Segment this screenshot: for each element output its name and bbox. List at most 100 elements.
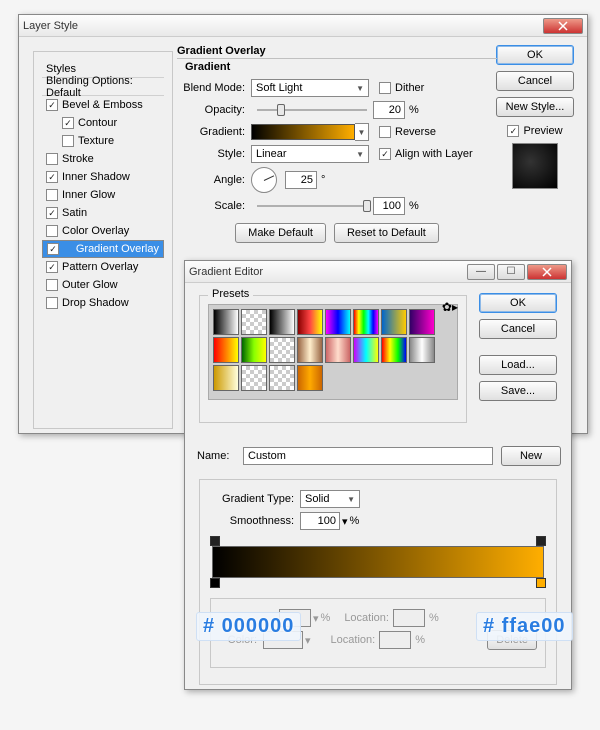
style-item-checkbox[interactable] <box>46 207 58 219</box>
preset-swatch[interactable] <box>213 365 239 391</box>
close-icon[interactable] <box>543 18 583 34</box>
preset-swatch[interactable] <box>409 337 435 363</box>
annotation-left-hex: # 000000 <box>196 612 301 641</box>
gradient-bar[interactable] <box>212 546 544 578</box>
opacity-stop-left[interactable] <box>210 536 220 546</box>
style-item-label: Stroke <box>62 153 94 165</box>
style-item-texture[interactable]: Texture <box>42 132 164 150</box>
preset-swatch[interactable] <box>325 337 351 363</box>
angle-input[interactable]: 25 <box>285 171 317 189</box>
style-item-checkbox[interactable] <box>46 279 58 291</box>
style-item-inner-glow[interactable]: Inner Glow <box>42 186 164 204</box>
opacity-label: Opacity: <box>177 104 251 116</box>
style-item-bevel-emboss[interactable]: Bevel & Emboss <box>42 96 164 114</box>
style-item-gradient-overlay[interactable]: Gradient Overlay <box>42 240 164 258</box>
style-item-color-overlay[interactable]: Color Overlay <box>42 222 164 240</box>
style-item-checkbox[interactable] <box>46 225 58 237</box>
gradient-picker[interactable] <box>251 124 355 140</box>
gradient-editor-titlebar[interactable]: Gradient Editor — ☐ <box>185 261 571 283</box>
preset-swatch[interactable] <box>353 309 379 335</box>
style-item-checkbox[interactable] <box>46 189 58 201</box>
ok-button[interactable]: OK <box>479 293 557 313</box>
style-item-contour[interactable]: Contour <box>42 114 164 132</box>
opacity-slider[interactable] <box>257 103 367 117</box>
cancel-button[interactable]: Cancel <box>479 319 557 339</box>
style-item-checkbox[interactable] <box>47 243 59 255</box>
style-item-label: Outer Glow <box>62 279 118 291</box>
preset-swatch[interactable] <box>381 309 407 335</box>
style-item-checkbox[interactable] <box>46 297 58 309</box>
preset-swatch[interactable] <box>269 337 295 363</box>
style-item-inner-shadow[interactable]: Inner Shadow <box>42 168 164 186</box>
presets-label: Presets <box>208 288 253 300</box>
style-item-label: Inner Shadow <box>62 171 130 183</box>
opacity-stop-right[interactable] <box>536 536 546 546</box>
blendmode-row: Blend Mode: Soft Light▼ Dither <box>177 77 497 99</box>
preset-swatch[interactable] <box>241 365 267 391</box>
preset-swatch[interactable] <box>297 337 323 363</box>
name-input[interactable]: Custom <box>243 447 493 465</box>
preset-swatch[interactable] <box>353 337 379 363</box>
reverse-checkbox[interactable] <box>379 126 391 138</box>
new-button[interactable]: New <box>501 446 561 466</box>
blending-options-row[interactable]: Blending Options: Default <box>42 78 164 96</box>
angle-row: Angle: 25 ° <box>177 165 497 195</box>
ok-button[interactable]: OK <box>496 45 574 65</box>
preview-checkbox[interactable] <box>507 125 519 137</box>
style-item-stroke[interactable]: Stroke <box>42 150 164 168</box>
scale-input[interactable]: 100 <box>373 197 405 215</box>
style-item-checkbox[interactable] <box>62 135 74 147</box>
gear-icon[interactable]: ✿▸ <box>442 300 458 314</box>
load-button[interactable]: Load... <box>479 355 557 375</box>
layer-style-titlebar[interactable]: Layer Style <box>19 15 587 37</box>
preset-swatch[interactable] <box>241 337 267 363</box>
minimize-icon[interactable]: — <box>467 264 495 280</box>
color-stop-left[interactable] <box>210 578 220 588</box>
style-item-satin[interactable]: Satin <box>42 204 164 222</box>
preset-swatch[interactable] <box>269 309 295 335</box>
cancel-button[interactable]: Cancel <box>496 71 574 91</box>
preset-swatch[interactable] <box>213 309 239 335</box>
color-stop-right[interactable] <box>536 578 546 588</box>
style-item-checkbox[interactable] <box>62 117 74 129</box>
style-item-checkbox[interactable] <box>46 171 58 183</box>
chevron-down-icon[interactable]: ▾ <box>342 515 348 528</box>
gradient-picker-caret[interactable]: ▼ <box>355 123 369 141</box>
gradient-define-group: Gradient Type: Solid▼ Smoothness: 100 ▾ … <box>199 479 557 685</box>
blendmode-select[interactable]: Soft Light▼ <box>251 79 369 97</box>
style-item-checkbox[interactable] <box>46 261 58 273</box>
style-item-drop-shadow[interactable]: Drop Shadow <box>42 294 164 312</box>
dither-checkbox[interactable] <box>379 82 391 94</box>
opacity-input[interactable]: 20 <box>373 101 405 119</box>
preset-swatch[interactable] <box>241 309 267 335</box>
gradient-type-select[interactable]: Solid▼ <box>300 490 360 508</box>
style-select[interactable]: Linear▼ <box>251 145 369 163</box>
maximize-icon[interactable]: ☐ <box>497 264 525 280</box>
style-item-pattern-overlay[interactable]: Pattern Overlay <box>42 258 164 276</box>
save-button[interactable]: Save... <box>479 381 557 401</box>
preset-swatch[interactable] <box>409 309 435 335</box>
preset-swatch[interactable] <box>325 309 351 335</box>
style-item-checkbox[interactable] <box>46 99 58 111</box>
preset-swatch[interactable] <box>297 309 323 335</box>
defaults-row: Make Default Reset to Default <box>177 223 497 243</box>
style-item-checkbox[interactable] <box>46 153 58 165</box>
preset-swatch[interactable] <box>213 337 239 363</box>
scale-slider[interactable] <box>257 199 367 213</box>
make-default-button[interactable]: Make Default <box>235 223 326 243</box>
location-label: Location: <box>344 612 389 624</box>
style-item-outer-glow[interactable]: Outer Glow <box>42 276 164 294</box>
style-item-label: Satin <box>62 207 87 219</box>
blendmode-label: Blend Mode: <box>177 82 251 94</box>
smoothness-input[interactable]: 100 <box>300 512 340 530</box>
close-icon[interactable] <box>527 264 567 280</box>
align-checkbox[interactable] <box>379 148 391 160</box>
preset-swatch[interactable] <box>269 365 295 391</box>
angle-dial[interactable] <box>251 167 277 193</box>
new-style-button[interactable]: New Style... <box>496 97 574 117</box>
color-location-input <box>379 631 411 649</box>
preset-swatch[interactable] <box>381 337 407 363</box>
style-item-label: Inner Glow <box>62 189 115 201</box>
preset-swatch[interactable] <box>297 365 323 391</box>
reset-default-button[interactable]: Reset to Default <box>334 223 439 243</box>
